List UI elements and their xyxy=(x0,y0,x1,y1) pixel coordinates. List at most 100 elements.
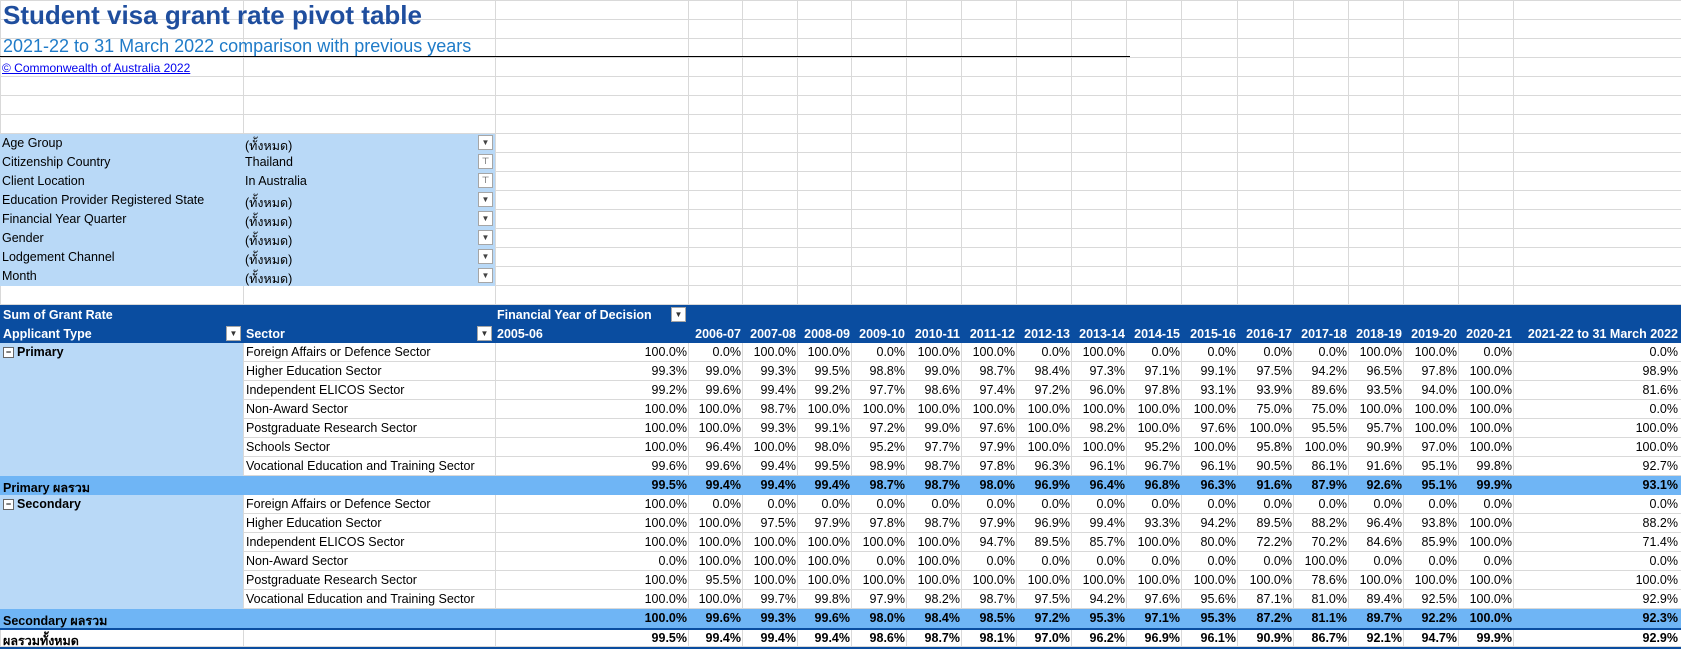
sector-label: Foreign Affairs or Defence Sector xyxy=(246,497,431,511)
applicant-type-dropdown-icon[interactable]: ▼ xyxy=(226,326,241,341)
grant-rate-cell: 99.1% xyxy=(1200,364,1236,378)
column-field-dropdown-icon[interactable]: ▼ xyxy=(671,307,686,322)
grant-rate-cell: 100.0% xyxy=(1469,383,1512,397)
grant-rate-cell: 100.0% xyxy=(698,554,741,568)
grant-rate-cell: 100.0% xyxy=(644,611,687,625)
grant-rate-cell: 100.0% xyxy=(644,535,687,549)
dropdown-icon[interactable]: ▼ xyxy=(478,135,493,150)
grant-rate-cell: 99.5% xyxy=(814,364,850,378)
grant-rate-cell: 96.0% xyxy=(1089,383,1125,397)
grant-rate-cell: 97.8% xyxy=(869,516,905,530)
dropdown-icon[interactable]: ▼ xyxy=(478,230,493,245)
grant-rate-cell: 96.3% xyxy=(1034,459,1070,473)
grant-rate-cell: 100.0% xyxy=(1082,440,1125,454)
grand-total-row: ผลรวมทั้งหมด 99.5% 99.4% 99.4% 99.4% 98.6% 98.… xyxy=(0,628,1681,649)
grant-rate-cell: 100.0% xyxy=(1137,402,1180,416)
grant-rate-cell: 75.0% xyxy=(1256,402,1292,416)
grant-rate-cell: 99.2% xyxy=(651,383,687,397)
grant-rate-cell: 0.0% xyxy=(821,497,851,511)
year-column-header: 2018-19 xyxy=(1356,327,1402,341)
grant-rate-cell: 89.6% xyxy=(1311,383,1347,397)
sector-dropdown-icon[interactable]: ▼ xyxy=(477,326,492,341)
grant-rate-cell: 92.6% xyxy=(1366,478,1402,492)
filter-row: Lodgement Channel (ทั้งหมด) ▼ xyxy=(0,248,495,267)
grant-rate-cell: 100.0% xyxy=(1469,516,1512,530)
grant-rate-cell: 93.8% xyxy=(1421,516,1457,530)
dropdown-icon[interactable]: ▼ xyxy=(478,268,493,283)
grant-rate-cell: 94.2% xyxy=(1200,516,1236,530)
grant-rate-cell: 99.6% xyxy=(705,611,741,625)
grant-rate-cell: 100.0% xyxy=(698,592,741,606)
grant-rate-cell: 100.0% xyxy=(1082,345,1125,359)
grant-rate-cell: 100.0% xyxy=(1469,440,1512,454)
grant-rate-cell: 0.0% xyxy=(1263,497,1293,511)
grant-rate-cell: 98.2% xyxy=(924,592,960,606)
grant-rate-cell: 97.0% xyxy=(1421,440,1457,454)
grant-rate-cell: 0.0% xyxy=(1428,497,1458,511)
applicant-type-cell[interactable]: − Secondary xyxy=(3,497,81,511)
grant-rate-cell: 99.3% xyxy=(651,364,687,378)
filter-active-icon[interactable]: ⊤ xyxy=(478,173,493,188)
grant-rate-cell: 97.7% xyxy=(869,383,905,397)
grant-rate-cell: 97.8% xyxy=(1421,364,1457,378)
grant-rate-cell: 93.3% xyxy=(1144,516,1180,530)
collapse-toggle-icon[interactable]: − xyxy=(3,499,14,510)
dropdown-icon[interactable]: ▼ xyxy=(478,211,493,226)
grant-rate-cell: 71.4% xyxy=(1642,535,1678,549)
filter-active-icon[interactable]: ⊤ xyxy=(478,154,493,169)
grant-rate-cell: 81.1% xyxy=(1311,611,1347,625)
page-subtitle: 2021-22 to 31 March 2022 comparison with… xyxy=(3,36,472,56)
grant-rate-cell: 99.0% xyxy=(924,364,960,378)
applicant-type-label: Secondary xyxy=(17,497,81,511)
grant-rate-cell: 96.4% xyxy=(1366,516,1402,530)
grant-rate-cell: 99.5% xyxy=(651,631,687,645)
grant-rate-cell: 100.0% xyxy=(1359,345,1402,359)
grant-rate-cell: 98.7% xyxy=(979,364,1015,378)
grant-rate-cell: 97.1% xyxy=(1144,611,1180,625)
grant-rate-cell: 99.6% xyxy=(705,383,741,397)
year-column-header: 2016-17 xyxy=(1246,327,1292,341)
grant-rate-cell: 96.9% xyxy=(1034,478,1070,492)
grant-rate-cell: 100.0% xyxy=(644,345,687,359)
grant-rate-cell: 99.9% xyxy=(1476,478,1512,492)
grant-rate-cell: 100.0% xyxy=(753,573,796,587)
year-column-header: 2007-08 xyxy=(750,327,796,341)
grant-rate-cell: 100.0% xyxy=(807,535,850,549)
grant-rate-cell: 96.4% xyxy=(705,440,741,454)
table-row: Higher Education Sector 99.3% 99.0% 99.3% 99… xyxy=(0,362,1681,381)
collapse-toggle-icon[interactable]: − xyxy=(3,347,14,358)
grant-rate-cell: 100.0% xyxy=(1469,364,1512,378)
grant-rate-cell: 100.0% xyxy=(644,402,687,416)
sector-label: Vocational Education and Training Sector xyxy=(246,459,475,473)
grant-rate-cell: 97.1% xyxy=(1144,364,1180,378)
dropdown-icon[interactable]: ▼ xyxy=(478,249,493,264)
grant-rate-cell: 99.4% xyxy=(705,478,741,492)
grant-rate-cell: 97.5% xyxy=(1034,592,1070,606)
grant-rate-cell: 98.9% xyxy=(869,459,905,473)
applicant-type-cell[interactable]: − Primary xyxy=(3,345,64,359)
grant-rate-cell: 0.0% xyxy=(712,345,742,359)
values-field-label: Sum of Grant Rate xyxy=(3,308,113,322)
grant-rate-cell: 92.7% xyxy=(1642,459,1678,473)
grant-rate-cell: 97.2% xyxy=(1034,383,1070,397)
grant-rate-cell: 95.3% xyxy=(1089,611,1125,625)
dropdown-icon[interactable]: ▼ xyxy=(478,192,493,207)
grant-rate-cell: 99.9% xyxy=(1476,631,1512,645)
grant-rate-cell: 100.0% xyxy=(1469,592,1512,606)
grant-rate-cell: 89.5% xyxy=(1034,535,1070,549)
grant-rate-cell: 100.0% xyxy=(1414,573,1457,587)
grant-rate-cell: 100.0% xyxy=(1469,402,1512,416)
sector-label: Vocational Education and Training Sector xyxy=(246,592,475,606)
filter-value: Thailand xyxy=(245,155,293,169)
year-column-header: 2021-22 to 31 March 2022 xyxy=(1527,327,1678,341)
grant-rate-cell: 84.6% xyxy=(1366,535,1402,549)
grant-rate-cell: 97.4% xyxy=(979,383,1015,397)
year-column-header: 2020-21 xyxy=(1466,327,1512,341)
grant-rate-cell: 99.2% xyxy=(814,383,850,397)
grant-rate-cell: 99.4% xyxy=(760,383,796,397)
grant-rate-cell: 100.0% xyxy=(1249,573,1292,587)
copyright-link[interactable]: © Commonwealth of Australia 2022 xyxy=(2,61,190,75)
grant-rate-cell: 91.6% xyxy=(1256,478,1292,492)
grant-rate-cell: 98.4% xyxy=(924,611,960,625)
grant-rate-cell: 95.5% xyxy=(1311,421,1347,435)
